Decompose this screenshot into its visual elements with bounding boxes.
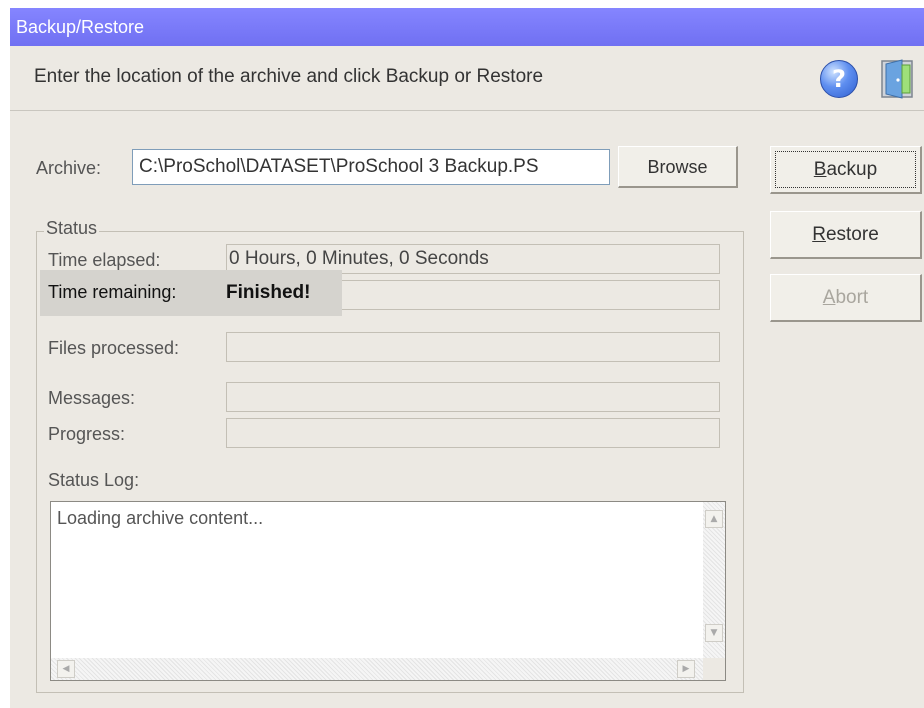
vertical-scrollbar[interactable]: ▲ ▼ — [703, 502, 725, 658]
files-processed-field — [226, 332, 720, 362]
restore-accel: R — [812, 224, 826, 245]
instruction-text: Enter the location of the archive and cl… — [34, 66, 544, 87]
backup-button[interactable]: Backup — [770, 146, 922, 194]
exit-door-icon[interactable] — [878, 58, 918, 100]
time-remaining-label: Time remaining: — [48, 282, 177, 302]
restore-button[interactable]: Restore — [770, 211, 922, 259]
archive-label: Archive: — [36, 158, 102, 178]
help-question-icon[interactable]: ? — [820, 60, 858, 98]
status-log[interactable]: Loading archive content... ▲ ▼ ◀ ▶ — [50, 501, 726, 681]
abort-button[interactable]: Abort — [770, 274, 922, 322]
progress-label: Progress: — [48, 424, 126, 444]
progress-bar — [226, 418, 720, 448]
abort-label: bort — [835, 287, 869, 308]
scroll-corner — [703, 658, 725, 680]
window-title: Backup/Restore — [10, 8, 924, 46]
backup-restore-window: Backup/Restore Enter the location of the… — [10, 8, 924, 708]
scroll-up-arrow-icon[interactable]: ▲ — [705, 510, 723, 528]
status-log-label: Status Log: — [48, 470, 140, 490]
archive-path-input[interactable]: C:\ProSchol\DATASET\ProSchool 3 Backup.P… — [132, 149, 610, 185]
focus-rectangle — [775, 151, 916, 188]
scroll-right-arrow-icon[interactable]: ▶ — [677, 660, 695, 678]
status-group-label: Status — [44, 218, 100, 239]
time-elapsed-label: Time elapsed: — [48, 250, 161, 270]
time-remaining-value: Finished! — [226, 282, 311, 303]
messages-field — [226, 382, 720, 412]
restore-label: estore — [825, 224, 879, 245]
scroll-left-arrow-icon[interactable]: ◀ — [57, 660, 75, 678]
files-processed-label: Files processed: — [48, 338, 180, 358]
instruction-bar: Enter the location of the archive and cl… — [10, 46, 924, 111]
scroll-down-arrow-icon[interactable]: ▼ — [705, 624, 723, 642]
browse-button[interactable]: Browse — [618, 146, 738, 188]
abort-accel: A — [822, 287, 836, 308]
status-log-text: Loading archive content... — [57, 508, 264, 528]
horizontal-scrollbar[interactable]: ◀ ▶ — [51, 658, 703, 680]
messages-label: Messages: — [48, 388, 136, 408]
